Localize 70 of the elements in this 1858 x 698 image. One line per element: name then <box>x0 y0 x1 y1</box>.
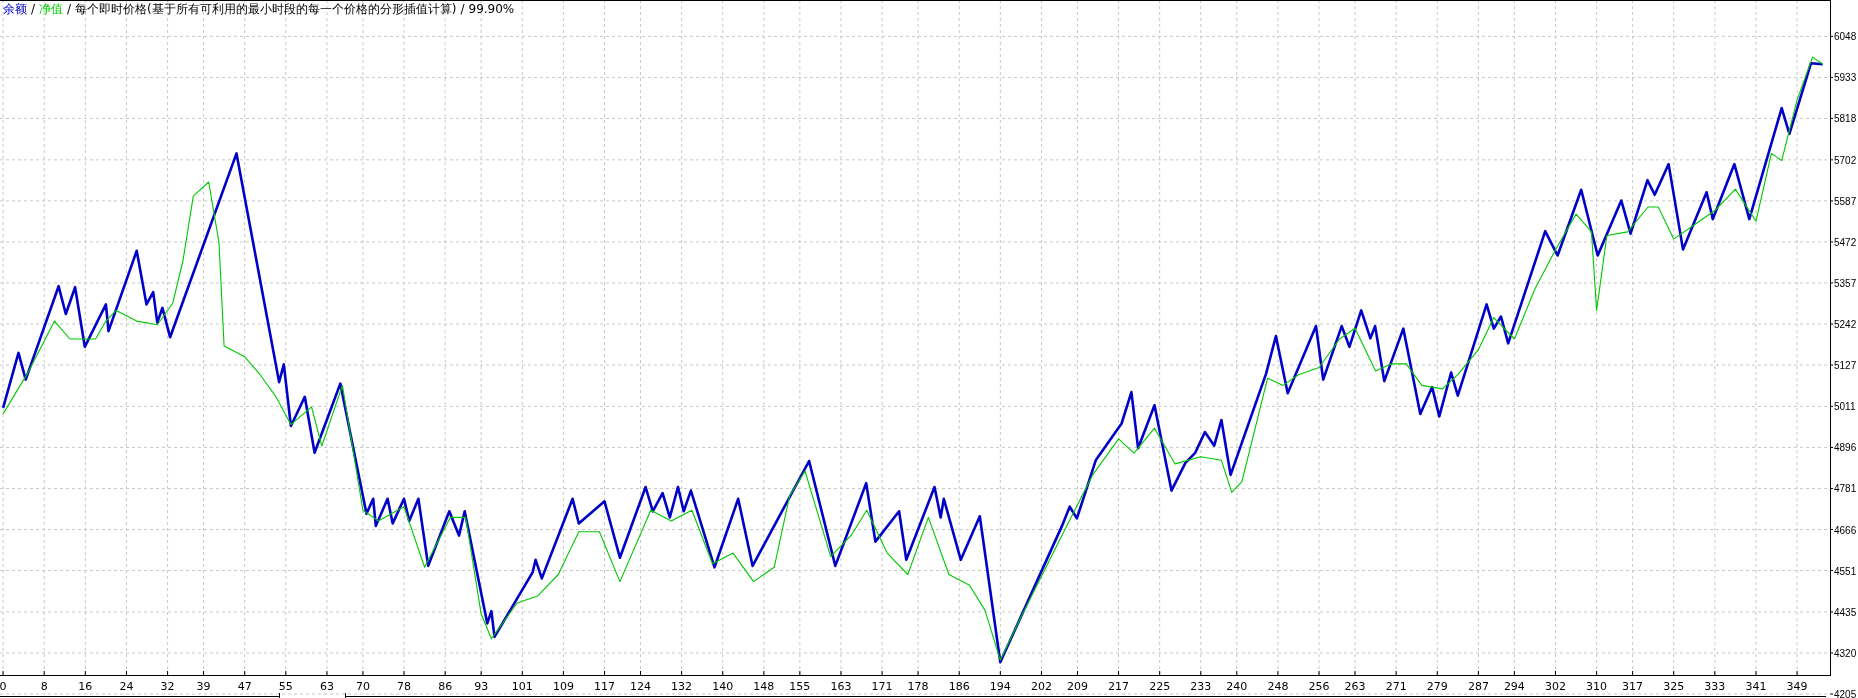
x-axis-label: 294 <box>1503 680 1525 693</box>
x-axis-label: 271 <box>1385 680 1407 693</box>
equity-legend-label: 净值 <box>39 3 64 16</box>
separator: / <box>460 3 465 16</box>
x-axis-label: 194 <box>989 680 1011 693</box>
x-axis-label: 39 <box>196 680 211 693</box>
x-axis-label: 78 <box>397 680 412 693</box>
balance-legend-label: 余额 <box>3 3 27 16</box>
y-axis-label: 5933 <box>1834 72 1857 84</box>
separator: / <box>67 3 72 16</box>
x-axis-label: 124 <box>630 680 651 693</box>
x-axis-label: 240 <box>1226 680 1248 693</box>
quality-label: 99.90% <box>468 3 515 16</box>
y-axis-label: 6048 <box>1834 31 1857 43</box>
x-axis-label: 93 <box>474 680 489 693</box>
x-axis-label: 132 <box>671 680 693 693</box>
x-axis-label: 47 <box>237 680 252 693</box>
x-axis-label: 302 <box>1545 680 1566 693</box>
y-axis-label: 5587 <box>1834 195 1857 207</box>
x-axis-label: 263 <box>1344 680 1366 693</box>
x-axis-label: 155 <box>789 680 811 693</box>
x-axis-label: 349 <box>1786 680 1808 693</box>
y-axis-label: 4435 <box>1834 606 1857 618</box>
y-axis-label: 4896 <box>1834 442 1857 454</box>
x-axis-label: 8 <box>40 680 48 693</box>
x-axis-label: 55 <box>278 680 293 693</box>
y-axis-label: 5472 <box>1834 236 1857 248</box>
x-axis-label: 163 <box>830 680 852 693</box>
y-axis-label: 5011 <box>1834 401 1856 413</box>
separator: / <box>31 3 36 16</box>
x-axis-label: 63 <box>319 680 334 693</box>
x-axis-label: 225 <box>1149 680 1171 693</box>
y-axis-label: 4551 <box>1834 565 1857 577</box>
x-axis-label: 310 <box>1586 680 1608 693</box>
model-label: 每个即时价格(基于所有可利用的最小时段的每一个价格的分形插值计算) <box>75 3 457 16</box>
y-axis-label: 4320 <box>1834 647 1857 659</box>
x-axis-label: 202 <box>1030 680 1052 693</box>
x-axis-label: 86 <box>438 680 453 693</box>
y-axis-label: 4781 <box>1834 483 1857 495</box>
x-axis-label: 32 <box>160 680 175 693</box>
y-axis-label: 5818 <box>1834 113 1857 125</box>
x-axis-label: 140 <box>712 680 734 693</box>
x-axis-label: 148 <box>753 680 775 693</box>
x-axis-label: 117 <box>594 680 615 693</box>
x-axis-label: 333 <box>1704 680 1726 693</box>
x-axis-label: 341 <box>1745 680 1767 693</box>
x-axis-label: 287 <box>1467 680 1489 693</box>
x-axis-label: 171 <box>871 680 893 693</box>
x-axis-label: 178 <box>907 680 929 693</box>
x-axis-label: 109 <box>552 680 574 693</box>
x-axis-label: 209 <box>1066 680 1088 693</box>
y-axis-label: 5127 <box>1834 360 1857 371</box>
y-axis-label: 5702 <box>1834 154 1857 166</box>
y-axis-label: 4205 <box>1834 689 1857 698</box>
x-axis-label: 256 <box>1308 680 1330 693</box>
y-axis-label: 4666 <box>1834 524 1857 536</box>
x-axis-label: 217 <box>1108 680 1130 693</box>
x-axis-label: 186 <box>948 680 970 693</box>
y-axis-label: 5357 <box>1834 277 1857 289</box>
x-axis-label: 101 <box>511 680 533 693</box>
y-axis-label: 5242 <box>1834 319 1857 330</box>
x-axis-label: 248 <box>1267 680 1289 693</box>
x-axis-label: 70 <box>355 680 370 693</box>
x-axis-label: 233 <box>1190 680 1212 693</box>
x-axis-label: 0 <box>0 680 7 693</box>
x-axis-label: 317 <box>1622 680 1644 693</box>
x-axis-label: 279 <box>1426 680 1448 693</box>
x-axis-label: 16 <box>78 680 93 693</box>
x-axis-label: 24 <box>119 680 134 693</box>
x-axis-label: 325 <box>1663 680 1685 693</box>
